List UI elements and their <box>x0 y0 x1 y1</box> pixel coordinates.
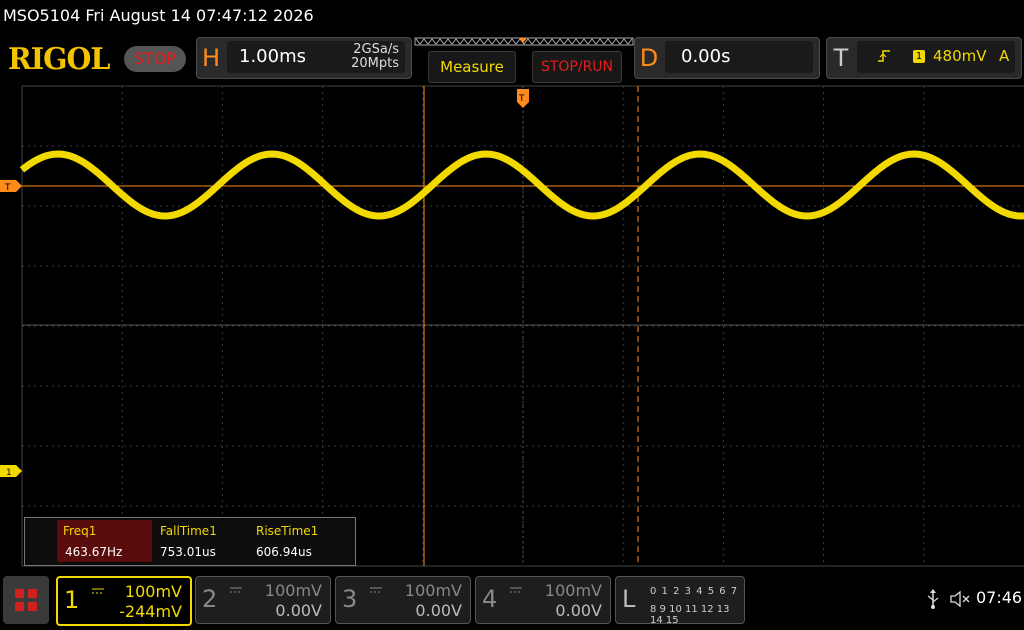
measurement-freq[interactable]: Freq1 463.67Hz <box>57 520 152 562</box>
dc-coupling-icon <box>370 587 382 593</box>
title-bar: MSO5104 Fri August 14 07:47:12 2026 <box>0 0 1024 34</box>
usb-icon <box>927 589 939 609</box>
channel1-panel[interactable]: 1 100mV -244mV <box>56 576 192 626</box>
navigation-menu-button[interactable] <box>3 576 49 624</box>
channel4-panel[interactable]: 4 100mV 0.00V <box>475 576 611 624</box>
speaker-muted-icon[interactable] <box>950 590 972 608</box>
trigger-box[interactable]: 1 480mV A <box>857 41 1015 73</box>
horizontal-letter: H <box>201 44 221 72</box>
device-title: MSO5104 Fri August 14 07:47:12 2026 <box>3 6 314 25</box>
channel1-offset-marker[interactable]: 1 <box>0 465 22 478</box>
trigger-level: 480mV <box>933 47 987 65</box>
grid-menu-icon <box>15 589 37 611</box>
dc-coupling-icon <box>92 588 104 594</box>
measurement-name: FallTime1 <box>160 524 217 538</box>
channel-scale: 100mV <box>124 582 182 601</box>
channel-number: 2 <box>202 585 218 613</box>
delay-panel[interactable]: D 0.00s <box>634 37 820 79</box>
memory-position-strip[interactable] <box>414 37 634 47</box>
top-toolbar: RIGOL STOP H 1.00ms 2GSa/s 20Mpts Measur… <box>0 34 1024 84</box>
channel-scale: 100mV <box>404 581 462 600</box>
trigger-level-marker[interactable]: T <box>0 180 22 193</box>
delay-letter: D <box>639 44 659 72</box>
run-state-badge[interactable]: STOP <box>124 46 186 72</box>
sample-rate: 2GSa/s <box>353 42 399 57</box>
channel-number: 3 <box>342 585 358 613</box>
channel3-panel[interactable]: 3 100mV 0.00V <box>335 576 471 624</box>
trigger-panel[interactable]: T 1 480mV A <box>826 37 1022 79</box>
trigger-source-badge: 1 <box>913 50 925 63</box>
measurement-value: 753.01us <box>160 545 216 559</box>
timebase-box[interactable]: 1.00ms 2GSa/s 20Mpts <box>227 41 405 73</box>
trigger-position-marker[interactable]: T <box>517 89 529 108</box>
measurement-risetime[interactable]: RiseTime1 606.94us <box>250 520 345 562</box>
bottom-bar: 1 100mV -244mV 2 100mV 0.00V 3 100mV 0.0… <box>0 572 1024 630</box>
acquisition-info: 2GSa/s 20Mpts <box>343 43 399 71</box>
memory-depth: 20Mpts <box>351 56 399 71</box>
waveform-display[interactable]: T 1 T <box>0 84 1024 568</box>
logic-analyzer-panel[interactable]: L 0 1 2 3 4 5 6 7 8 9 10 11 12 13 14 15 <box>615 576 745 626</box>
delay-box[interactable]: 0.00s <box>665 41 813 73</box>
measurement-falltime[interactable]: FallTime1 753.01us <box>154 520 249 562</box>
logic-channels-row2: 8 9 10 11 12 13 14 15 <box>650 604 730 626</box>
channel-number: 1 <box>64 586 80 614</box>
logic-channels-row1: 0 1 2 3 4 5 6 7 <box>650 586 739 597</box>
stop-run-button[interactable]: STOP/RUN <box>532 51 622 83</box>
channel-offset: -244mV <box>119 602 182 621</box>
measurement-name: Freq1 <box>63 524 97 538</box>
channel-offset: 0.00V <box>275 601 322 620</box>
rising-edge-icon <box>878 50 890 62</box>
brand-logo: RIGOL <box>8 42 110 77</box>
horizontal-panel[interactable]: H 1.00ms 2GSa/s 20Mpts <box>196 37 412 79</box>
channel2-panel[interactable]: 2 100mV 0.00V <box>195 576 331 624</box>
measurement-name: RiseTime1 <box>256 524 319 538</box>
trigger-mode: A <box>999 47 1010 65</box>
trigger-level-marker-label: T <box>4 183 11 193</box>
channel-offset: 0.00V <box>555 601 602 620</box>
dc-coupling-icon <box>230 587 242 593</box>
clock: 07:46 <box>976 588 1023 607</box>
trigger-position-marker-label: T <box>518 94 525 104</box>
measurement-value: 463.67Hz <box>65 545 123 559</box>
measure-button[interactable]: Measure <box>428 51 516 83</box>
dc-coupling-icon <box>510 587 522 593</box>
channel-offset: 0.00V <box>415 601 462 620</box>
trigger-letter: T <box>833 44 849 72</box>
channel-scale: 100mV <box>264 581 322 600</box>
channel-scale: 100mV <box>544 581 602 600</box>
delay-value: 0.00s <box>681 46 731 67</box>
logic-letter: L <box>622 585 636 613</box>
measurement-table[interactable]: Freq1 463.67Hz FallTime1 753.01us RiseTi… <box>24 517 356 566</box>
channel-number: 4 <box>482 585 498 613</box>
timebase-value: 1.00ms <box>239 46 306 67</box>
channel1-marker-label: 1 <box>6 468 12 478</box>
measurement-value: 606.94us <box>256 545 312 559</box>
